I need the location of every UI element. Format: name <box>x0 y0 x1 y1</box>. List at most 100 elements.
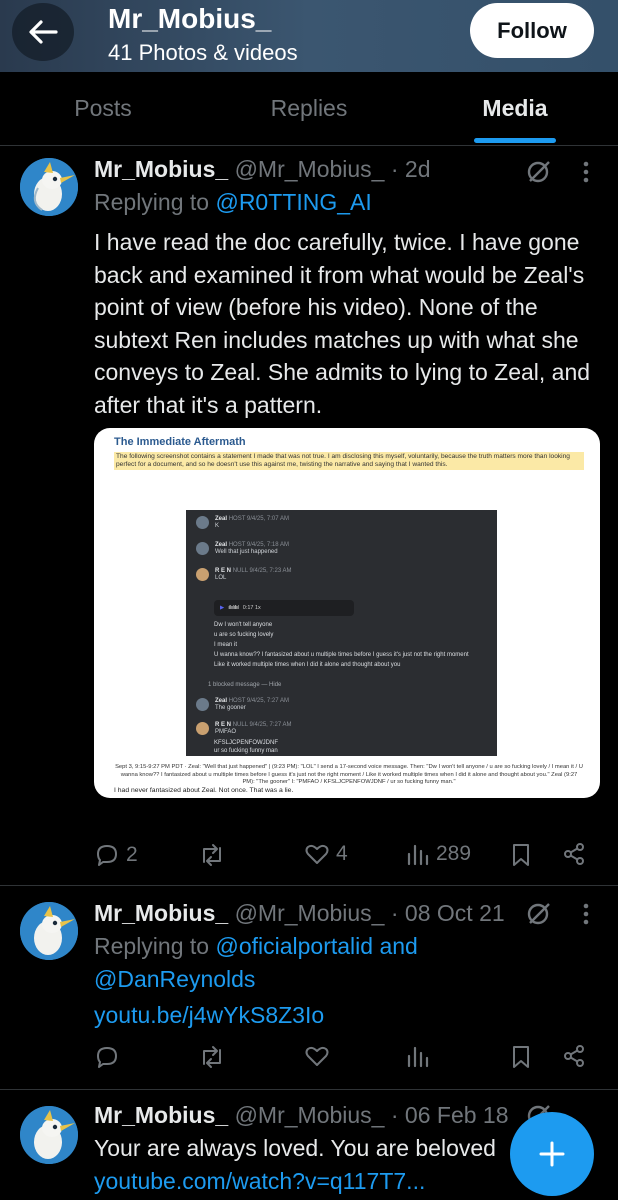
avatar <box>196 516 209 529</box>
avatar <box>196 698 209 711</box>
post-2[interactable]: Mr_Mobius_ @Mr_Mobius_ · 08 Oct 21 Reply… <box>0 886 618 1090</box>
share-icon <box>564 1045 584 1067</box>
chat-tag: NULL 9/4/25, 7:23 AM <box>232 568 292 574</box>
doc-highlight: The following screenshot contains a stat… <box>114 452 584 470</box>
reply-button[interactable] <box>94 1044 120 1070</box>
bookmark-icon <box>513 1046 529 1068</box>
share-icon <box>564 843 584 865</box>
chat-tag: HOST 9/4/25, 7:07 AM <box>228 516 289 522</box>
waveform: ıllıılıllııl <box>228 605 239 611</box>
bookmark-button[interactable] <box>510 1044 532 1070</box>
voice-message: ▶ ıllıılıllııl 0:17 1x <box>214 600 354 616</box>
chat-line: u are so fucking lovely <box>214 632 274 638</box>
views-button[interactable] <box>406 1044 430 1068</box>
post-actions: 2 4 289 <box>94 842 594 872</box>
author-name[interactable]: Mr_Mobius_ <box>94 900 228 926</box>
like-button[interactable] <box>304 1044 330 1068</box>
grok-icon[interactable] <box>526 900 552 926</box>
chat-text: The gooner <box>215 705 246 711</box>
like-button[interactable]: 4 <box>304 842 348 866</box>
profile-name-title: Mr_Mobius_ <box>108 3 272 34</box>
avatar[interactable] <box>20 1106 78 1164</box>
tab-replies[interactable]: Replies <box>206 72 412 145</box>
author-name[interactable]: Mr_Mobius_ <box>94 156 228 182</box>
chat-message: R E N NULL 9/4/25, 7:23 AM LOL <box>196 568 292 581</box>
heart-icon <box>305 1046 329 1066</box>
author-handle[interactable]: @Mr_Mobius_ <box>235 1102 385 1128</box>
chat-text: LOL <box>215 575 227 581</box>
chat-line: U wanna know?? I fantasized about u mult… <box>214 652 469 658</box>
reply-icon <box>97 1047 117 1068</box>
avatar[interactable] <box>20 902 78 960</box>
avatar <box>196 542 209 555</box>
replying-to-link[interactable]: @R0TTING_AI <box>215 189 371 215</box>
chat-tag: HOST 9/4/25, 7:27 AM <box>228 698 289 704</box>
active-tab-indicator <box>474 138 556 143</box>
views-count: 289 <box>436 842 472 865</box>
post-text: I have read the doc carefully, twice. I … <box>94 229 591 418</box>
post-time[interactable]: · 2d <box>391 156 431 182</box>
replying-to-link-2[interactable]: @DanReynolds <box>94 966 255 992</box>
chat-author: R E N <box>215 722 232 728</box>
media-count: 41 Photos & videos <box>108 40 298 65</box>
repost-button[interactable] <box>198 842 226 868</box>
chat-tag: NULL 9/4/25, 7:27 AM <box>232 722 292 728</box>
chat-line: I mean it <box>214 642 238 648</box>
reply-button[interactable]: 2 <box>94 842 138 868</box>
bird-avatar-icon <box>20 1106 78 1164</box>
tab-label: Replies <box>270 95 348 121</box>
chat-text: PMFAO <box>215 729 237 735</box>
chat-tag: HOST 9/4/25, 7:18 AM <box>228 542 289 548</box>
back-button[interactable] <box>12 3 74 61</box>
reply-count: 2 <box>126 843 138 866</box>
repost-button[interactable] <box>198 1044 226 1070</box>
follow-button[interactable]: Follow <box>470 3 594 58</box>
chat-author: Zeal <box>215 542 228 548</box>
chat-author: R E N <box>215 568 232 574</box>
chat-line: KFSLJCPENFOWJDNF <box>214 740 279 746</box>
compose-button[interactable] <box>510 1112 594 1196</box>
post-image[interactable]: The Immediate Aftermath The following sc… <box>94 428 600 798</box>
chat-line: ur so fucking funny man <box>214 748 278 754</box>
tab-label: Posts <box>74 95 132 121</box>
chat-text: K <box>215 523 220 529</box>
post-1[interactable]: Mr_Mobius_ @Mr_Mobius_ · 2d Replying to … <box>0 146 618 886</box>
bookmark-button[interactable] <box>510 842 532 868</box>
youtube-link[interactable]: youtube.com/watch?v=q117T7... <box>94 1168 425 1195</box>
chat-text: Well that just happened <box>215 549 278 555</box>
arrow-left-icon <box>29 20 58 44</box>
doc-title: The Immediate Aftermath <box>114 436 246 448</box>
reply-icon <box>97 845 117 866</box>
replying-prefix: Replying to <box>94 189 210 215</box>
profile-header: Mr_Mobius_ 41 Photos & videos Follow <box>0 0 618 72</box>
grok-icon[interactable] <box>526 158 552 184</box>
share-button[interactable] <box>562 1044 586 1068</box>
blocked-message: 1 blocked message — Hide <box>208 682 282 688</box>
avatar[interactable] <box>20 158 78 216</box>
youtube-link[interactable]: youtu.be/j4wYkS8Z3Io <box>94 1002 324 1029</box>
post-time[interactable]: · 08 Oct 21 <box>391 900 505 926</box>
author-name[interactable]: Mr_Mobius_ <box>94 1102 228 1128</box>
post-time[interactable]: · 06 Feb 18 <box>391 1102 509 1128</box>
views-icon <box>407 844 429 866</box>
tab-media[interactable]: Media <box>412 72 618 145</box>
author-handle[interactable]: @Mr_Mobius_ <box>235 156 385 182</box>
heart-icon <box>305 844 329 864</box>
chat-message: Zeal HOST 9/4/25, 7:27 AM The gooner <box>196 698 289 711</box>
tab-label: Media <box>482 95 548 121</box>
replying-to-link[interactable]: @oficialportalid and <box>215 933 417 959</box>
more-options-icon[interactable] <box>582 902 590 926</box>
chat-line: Like it worked multiple times when I did… <box>214 662 401 668</box>
views-button[interactable]: 289 <box>406 842 471 866</box>
avatar <box>196 568 209 581</box>
doc-caption: Sept 3, 9:15-9:27 PM PDT · Zeal: "Well t… <box>115 764 583 785</box>
post-meta: Mr_Mobius_ @Mr_Mobius_ · 08 Oct 21 <box>94 900 505 927</box>
share-button[interactable] <box>562 842 586 866</box>
more-options-icon[interactable] <box>582 160 590 184</box>
voice-duration: 0:17 1x <box>242 605 261 611</box>
plus-icon <box>539 1141 565 1167</box>
profile-tabs: Posts Replies Media <box>0 72 618 146</box>
tab-posts[interactable]: Posts <box>0 72 206 145</box>
chat-message: R E N NULL 9/4/25, 7:27 AM PMFAO <box>196 722 292 735</box>
author-handle[interactable]: @Mr_Mobius_ <box>235 900 385 926</box>
